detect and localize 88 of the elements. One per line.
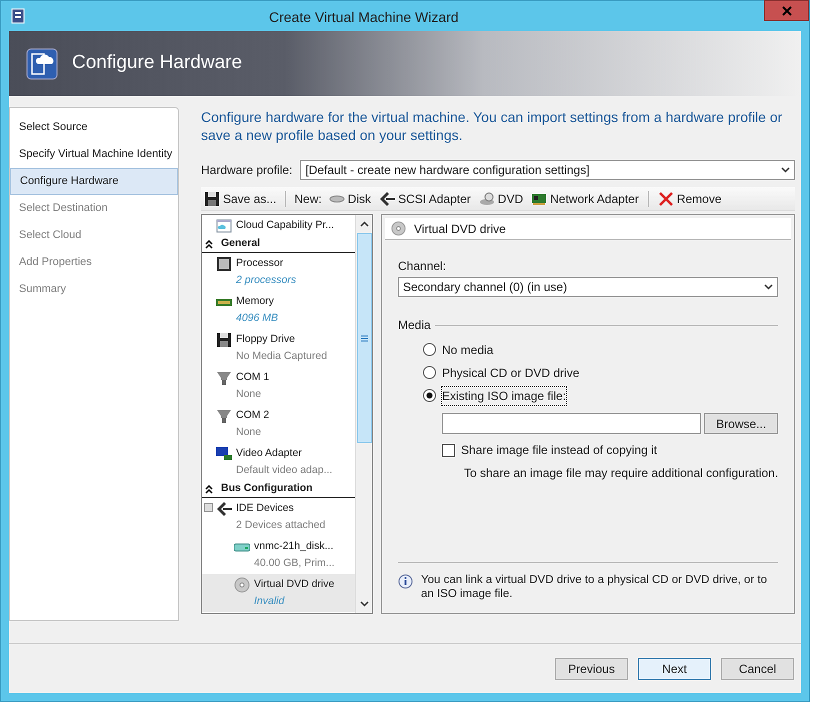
toolbar-button[interactable]: DVD: [478, 190, 524, 208]
step-item[interactable]: Configure Hardware: [10, 168, 178, 195]
toolbar-button[interactable]: SCSI Adapter: [378, 190, 472, 208]
iso-path-field[interactable]: [442, 413, 702, 434]
channel-select[interactable]: Secondary channel (0) (in use): [398, 277, 778, 297]
app-icon[interactable]: [11, 8, 25, 24]
radio-button[interactable]: [423, 343, 436, 356]
channel-label: Channel:: [398, 258, 448, 275]
tree-item[interactable]: Virtual DVD drive Invalid: [202, 574, 355, 612]
grip-icon: [360, 334, 368, 342]
window-cloud-icon: [216, 218, 232, 234]
item-detail: 40.00 GB, Prim...: [254, 556, 335, 571]
item-name: COM 2: [236, 408, 270, 423]
tree-item[interactable]: Processor 2 processors: [202, 253, 355, 291]
close-icon: [658, 190, 674, 206]
server-cloud-icon: [26, 48, 58, 80]
disk-icon: [328, 194, 345, 202]
tree-item[interactable]: IDE Devices 2 Devices attached: [202, 498, 355, 536]
tree-item[interactable]: Floppy Drive No Media Captured: [202, 329, 355, 367]
step-item[interactable]: Specify Virtual Machine Identity: [10, 141, 178, 168]
tree-item[interactable]: COM 2 None: [202, 405, 355, 443]
share-label[interactable]: Share image file instead of copying it: [461, 441, 658, 459]
section-header[interactable]: Bus Configuration: [202, 481, 355, 498]
radio-label[interactable]: Physical CD or DVD drive: [442, 364, 580, 382]
item-detail: 2 Devices attached: [236, 518, 326, 533]
item-name: vnmc-21h_disk...: [254, 539, 334, 554]
caret-icon: [764, 284, 774, 290]
scroll-up-icon[interactable]: [360, 221, 368, 227]
toolbar-button[interactable]: Save as...: [203, 190, 278, 208]
scrollbar-thumb[interactable]: [356, 233, 372, 443]
scrollbar[interactable]: [355, 215, 372, 613]
item-name: IDE Devices: [236, 501, 295, 516]
new-label: New:: [294, 190, 322, 208]
tree-item[interactable]: Cloud Capability Pr...: [202, 215, 355, 236]
hardware-profile-select[interactable]: [Default - create new hardware configuration settings]: [300, 160, 796, 180]
info-text: You can link a virtual DVD drive to a physical CD or DVD drive, or to an ISO image file.: [421, 573, 768, 601]
monitor-icon: [216, 446, 232, 462]
section-header[interactable]: General: [202, 236, 355, 253]
item-name: Video Adapter: [236, 446, 303, 461]
item-detail: Invalid: [254, 594, 286, 609]
tree-item[interactable]: Video Adapter Default video adap...: [202, 443, 355, 481]
caret-icon: [781, 167, 790, 173]
tree-item[interactable]: Memory 4096 MB: [202, 291, 355, 329]
toolbar-button[interactable]: Disk: [328, 190, 372, 208]
item-detail: None: [236, 387, 262, 402]
wizard-button[interactable]: Next: [638, 658, 711, 680]
item-name: Virtual DVD drive: [254, 577, 334, 592]
section-title: General: [221, 236, 260, 252]
collapse-icon: [205, 240, 213, 248]
item-detail: 4096 MB: [236, 311, 278, 326]
step-item[interactable]: Select Source: [10, 114, 178, 141]
item-name: COM 1: [236, 370, 270, 385]
floppy-icon: [216, 332, 232, 348]
radio-button[interactable]: [423, 389, 436, 402]
toolbar-button[interactable]: Network Adapter: [530, 190, 640, 208]
window-title: Create Virtual Machine Wizard: [269, 8, 459, 27]
item-name: Processor: [236, 256, 284, 271]
item-detail: No Media Captured: [236, 349, 328, 364]
chip-icon: [216, 256, 232, 272]
tree-item[interactable]: COM 1 None: [202, 367, 355, 405]
hardware-profile-label: Hardware profile:: [201, 162, 292, 179]
tree-item[interactable]: vnmc-21h_disk... 40.00 GB, Prim...: [202, 536, 355, 574]
floppy-icon: [204, 190, 220, 206]
item-detail: 2 processors: [236, 273, 296, 288]
collapse-icon: [205, 484, 213, 494]
media-group-label: Media: [398, 317, 431, 334]
radio-label[interactable]: No media: [442, 340, 494, 358]
close-button[interactable]: [764, 0, 809, 21]
item-name: Floppy Drive: [236, 332, 296, 347]
item-detail: None: [236, 425, 262, 440]
radio-button[interactable]: [423, 366, 436, 379]
page-heading: Configure Hardware: [72, 51, 242, 76]
browse-button[interactable]: Browse...: [704, 413, 778, 434]
scroll-down-icon[interactable]: [360, 601, 368, 607]
close-icon: [782, 6, 792, 16]
wizard-button[interactable]: Previous: [555, 658, 628, 680]
section-title: Bus Configuration: [221, 481, 313, 496]
item-name: Memory: [236, 294, 275, 309]
toolbar-button[interactable]: Remove: [656, 190, 723, 208]
pane-title: Virtual DVD drive: [414, 220, 506, 238]
radio-label[interactable]: Existing ISO image file:: [442, 386, 566, 404]
checkbox[interactable]: [442, 444, 455, 456]
item-name: Cloud Capability Pr...: [236, 218, 334, 233]
description: Configure hardware for the virtual machine. You can import settings from a hardware profile or save a new profile based on your settings.: [200, 108, 784, 144]
share-note: To share an image file may require additional configuration.: [463, 465, 778, 482]
item-detail: Default video adap...: [236, 463, 332, 478]
wizard-button[interactable]: Cancel: [721, 658, 794, 680]
info-icon: [398, 574, 413, 589]
